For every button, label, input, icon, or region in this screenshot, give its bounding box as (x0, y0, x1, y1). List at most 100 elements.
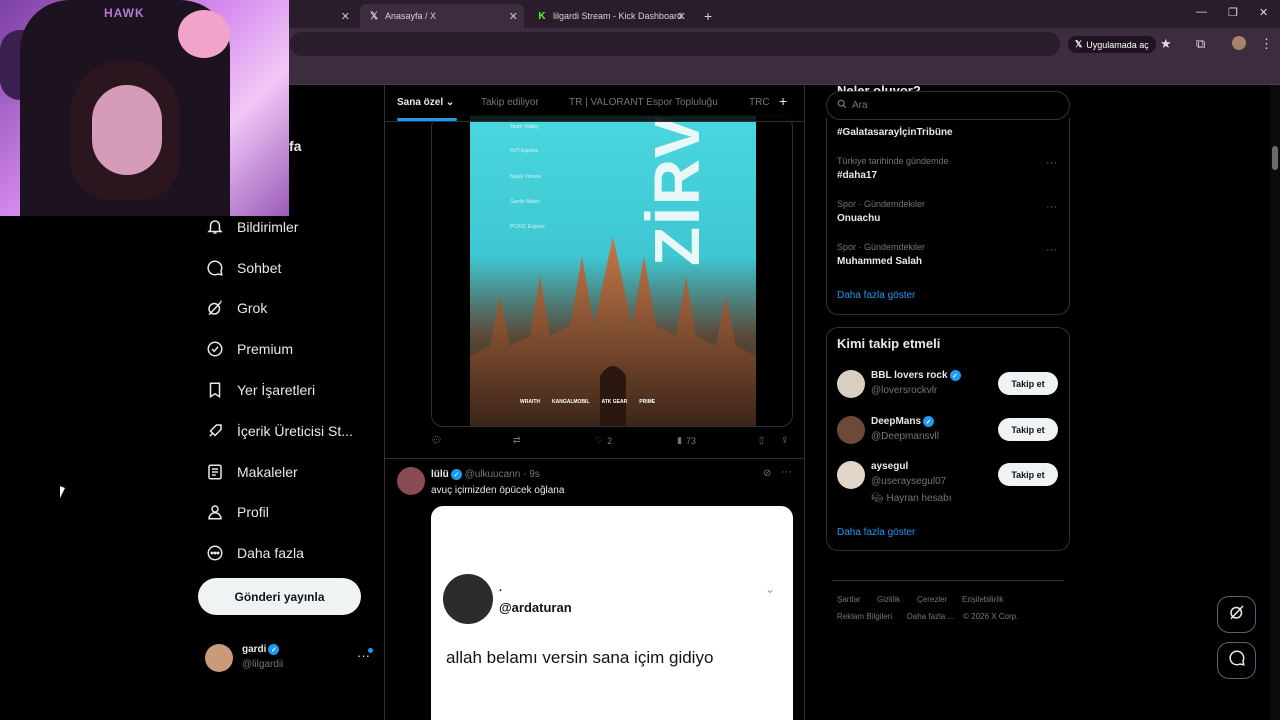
tab-following[interactable]: Takip ediliyor (481, 97, 539, 108)
trend-name[interactable]: Onuachu (837, 213, 880, 224)
browser-tab-x[interactable]: 𝕏 Anasayfa / X ✕ (360, 4, 524, 28)
more-horizontal-icon[interactable]: ··· (781, 466, 792, 478)
bookmark-action[interactable]: ▯ (759, 435, 764, 446)
author-handle[interactable]: @ulkuucann (465, 469, 521, 480)
trend-name[interactable]: #daha17 (837, 170, 877, 181)
trend-name[interactable]: #GalatasarayİçinTribüne (837, 127, 953, 138)
follow-user-name[interactable]: DeepMans ✓ (871, 416, 935, 427)
nav-label: Daha fazla (237, 545, 304, 561)
nav-notifications[interactable]: Bildirimler (205, 215, 298, 239)
views-action[interactable]: ▮ 73 (677, 435, 696, 446)
browser-tab-kick[interactable]: K lilgardi Stream - Kick Dashboard ✕ (528, 4, 692, 28)
x-logo-icon: 𝕏 (1075, 39, 1083, 49)
omnibox[interactable] (290, 32, 1060, 56)
reply-action[interactable]: 💬︎ (431, 435, 446, 446)
avatar[interactable] (397, 467, 425, 495)
nav-chat[interactable]: Sohbet (205, 256, 281, 280)
nav-premium[interactable]: Premium (205, 337, 293, 361)
follow-button[interactable]: Takip et (998, 418, 1058, 441)
x-logo-icon: 𝕏 (369, 10, 379, 22)
nav-articles[interactable]: Makaleler (205, 460, 298, 484)
fan-account-note: 🎭︎ Hayran hesabı (871, 493, 952, 504)
more-horizontal-icon[interactable]: ··· (1046, 201, 1057, 213)
avatar[interactable] (837, 416, 865, 444)
follow-user-name[interactable]: BBL lovers rock ✓ (871, 370, 961, 381)
trends-show-more-link[interactable]: Daha fazla göster (837, 290, 915, 301)
star-icon[interactable]: ★ (1160, 36, 1172, 52)
follow-button[interactable]: Takip et (998, 463, 1058, 486)
feed-tabs: Sana özel ⌄ Takip ediliyor TR | VALORANT… (385, 85, 804, 122)
post-button[interactable]: Gönderi yayınla (198, 578, 361, 615)
account-handle: @lilgardii (242, 659, 284, 670)
nav-profile[interactable]: Profil (205, 500, 269, 524)
extensions-icon[interactable]: ⧉ (1196, 36, 1205, 52)
close-tab-icon[interactable]: ✕ (341, 10, 350, 23)
grok-icon (205, 298, 225, 318)
tab-for-you[interactable]: Sana özel ⌄ (397, 97, 454, 108)
like-action[interactable]: ♡ 2 (595, 435, 612, 446)
nav-more[interactable]: Daha fazla (205, 541, 304, 565)
verified-icon: ✓ (923, 416, 935, 427)
more-horizontal-icon[interactable]: ··· (1046, 157, 1057, 169)
follow-show-more-link[interactable]: Daha fazla göster (837, 527, 915, 538)
nav-label: İçerik Üreticisi St... (237, 423, 353, 439)
close-window-icon[interactable]: ✕ (1259, 6, 1268, 19)
maximize-icon[interactable]: ❐ (1228, 6, 1238, 19)
footer-link-privacy[interactable]: Gizlilik (877, 595, 900, 604)
quoted-handle: @ardaturan (499, 600, 572, 615)
messages-fab-button[interactable] (1217, 642, 1256, 679)
footer-link-ads[interactable]: Reklam Bilgileri (837, 612, 892, 621)
minimize-icon[interactable]: — (1196, 6, 1207, 18)
add-tab-icon[interactable]: + (779, 93, 787, 109)
nav-grok[interactable]: Grok (205, 296, 267, 320)
nav-label: Premium (237, 341, 294, 357)
search-input[interactable]: Ara (826, 91, 1070, 120)
grok-icon[interactable]: ⊘ (763, 468, 771, 479)
scrollbar-thumb[interactable] (1272, 146, 1278, 170)
post-image[interactable]: Team Vitality FUT Esports Natus Vincere … (431, 115, 793, 427)
share-action[interactable]: ⇪ (781, 435, 789, 446)
browser-tab-blank[interactable]: ✕ (290, 4, 356, 28)
author-name[interactable]: lülü (431, 469, 449, 480)
footer-link-cookies[interactable]: Çerezler (917, 595, 947, 604)
footer-link-accessibility[interactable]: Erişilebilirlik (962, 595, 1004, 604)
quoted-post-image[interactable]: . @ardaturan ⌄ allah belamı versin sana … (431, 506, 793, 720)
page-scrollbar[interactable] (1270, 85, 1280, 720)
repost-action[interactable]: ⇄ (513, 435, 525, 446)
view-count: 73 (685, 435, 696, 446)
avatar[interactable] (837, 461, 865, 489)
post-text: avuç içimizden öpücek oğlana (431, 485, 565, 496)
footer-link-more[interactable]: Daha fazla ... (907, 612, 954, 621)
profile-avatar-icon[interactable] (1232, 36, 1246, 50)
post-time[interactable]: 9s (529, 469, 540, 480)
poster-team-row: Gentle Mates (510, 199, 540, 205)
nav-bookmarks[interactable]: Yer İşaretleri (205, 378, 315, 402)
bookmark-icon (205, 380, 225, 400)
avatar[interactable] (837, 370, 865, 398)
more-horizontal-icon[interactable]: ··· (1046, 244, 1057, 256)
nav-creator-studio[interactable]: İçerik Üreticisi St... (205, 419, 353, 443)
account-switcher[interactable]: gardi ✓ @lilgardii ··· (205, 642, 375, 674)
footer-link-terms[interactable]: Şartlar (837, 595, 861, 604)
follow-user-name[interactable]: aysegul (871, 461, 908, 472)
close-tab-icon[interactable]: ✕ (509, 10, 518, 23)
follow-button[interactable]: Takip et (998, 372, 1058, 395)
kebab-menu-icon[interactable]: ⋮ (1260, 36, 1273, 52)
trend-name[interactable]: Muhammed Salah (837, 256, 922, 267)
close-tab-icon[interactable]: ✕ (677, 10, 686, 23)
open-in-app-chip[interactable]: 𝕏 Uygulamada aç (1068, 36, 1156, 53)
verified-icon: ✓ (268, 644, 280, 655)
tab-title: lilgardi Stream - Kick Dashboard (553, 11, 683, 21)
notification-dot (368, 648, 373, 653)
chevron-down-icon: ⌄ (765, 582, 776, 596)
tab-valorant-community[interactable]: TR | VALORANT Espor Topluluğu (569, 97, 718, 108)
poster-team-row: FUT Esports (510, 148, 538, 154)
follow-user-handle: @loversrockvlr (871, 385, 938, 396)
grok-fab-button[interactable] (1217, 596, 1256, 633)
nav-label: Bildirimler (237, 219, 299, 235)
avatar (443, 574, 493, 624)
active-tab-indicator (397, 118, 457, 121)
tab-trc[interactable]: TRC (749, 97, 770, 108)
new-tab-button[interactable]: + (696, 4, 720, 28)
reply-icon: 💬︎ (431, 435, 443, 445)
